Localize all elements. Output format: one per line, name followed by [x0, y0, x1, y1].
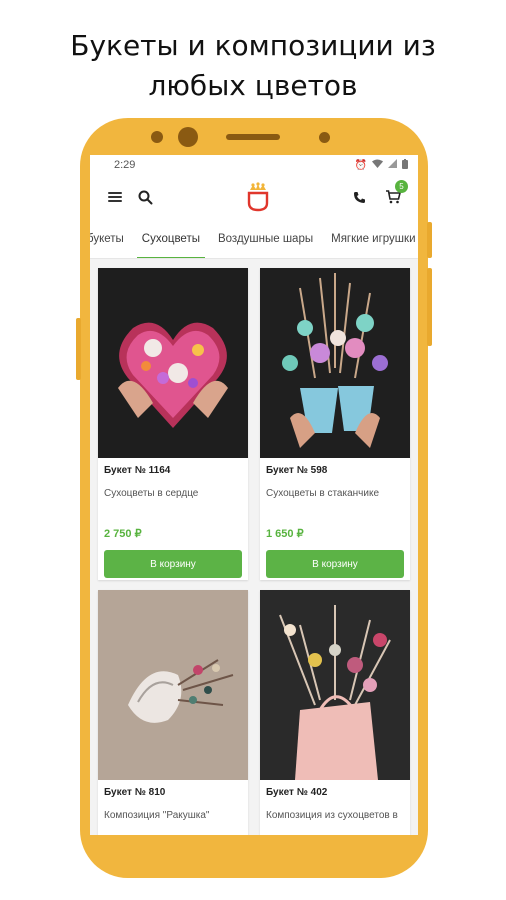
cart-button[interactable]: 5: [378, 180, 408, 212]
product-description: Композиция "Ракушка": [104, 810, 210, 821]
add-to-cart-button[interactable]: В корзину: [104, 550, 242, 578]
menu-button[interactable]: [100, 182, 130, 212]
wifi-icon: [372, 159, 383, 171]
product-title: Букет № 402: [266, 787, 328, 798]
app-screen: 2:29 ⏰ 5 букеты Сухоцветы Воздушные шары…: [90, 155, 418, 835]
status-icons: ⏰: [354, 158, 408, 172]
product-title: Букет № 810: [104, 787, 166, 798]
signal-icon: [388, 159, 397, 171]
app-bar: 5: [90, 175, 418, 219]
tab-balloons[interactable]: Воздушные шары: [209, 219, 322, 258]
phone-sensor: [319, 132, 330, 143]
tab-bouquets[interactable]: букеты: [90, 219, 133, 258]
product-card[interactable]: Букет № 402 Композиция из сухоцветов в: [260, 590, 410, 835]
add-to-cart-button[interactable]: В корзину: [266, 550, 404, 578]
product-description: Сухоцветы в сердце: [104, 488, 199, 499]
product-description: Сухоцветы в стаканчике: [266, 488, 380, 499]
cart-count-badge: 5: [395, 180, 408, 193]
promo-title-line-1: Букеты и композиции из: [70, 29, 436, 62]
product-photo-shell: [98, 590, 248, 780]
phone-side-button: [427, 268, 432, 346]
product-card[interactable]: Букет № 598 Сухоцветы в стаканчике 1 650…: [260, 268, 410, 580]
product-photo-pink-bag: [260, 590, 410, 780]
product-card[interactable]: Букет № 810 Композиция "Ракушка": [98, 590, 248, 835]
status-bar: 2:29 ⏰: [90, 155, 418, 175]
phone-side-button: [76, 318, 81, 380]
phone-sensor: [151, 131, 163, 143]
product-title: Букет № 1164: [104, 465, 171, 476]
promo-title-line-2: любых цветов: [148, 69, 358, 102]
product-card[interactable]: Букет № 1164 Сухоцветы в сердце 2 750 ₽ …: [98, 268, 248, 580]
product-title: Букет № 598: [266, 465, 328, 476]
hamburger-icon: [108, 192, 122, 202]
product-photo-cups: [260, 268, 410, 458]
search-icon: [138, 190, 152, 204]
phone-side-button: [427, 222, 432, 258]
product-price: 2 750 ₽: [104, 528, 142, 540]
tab-soft-toys[interactable]: Мягкие игрушки: [322, 219, 418, 258]
category-tabs: букеты Сухоцветы Воздушные шары Мягкие и…: [90, 219, 418, 259]
status-time: 2:29: [114, 159, 136, 171]
battery-icon: [402, 158, 408, 172]
phone-icon: [353, 191, 365, 203]
product-price: 1 650 ₽: [266, 528, 304, 540]
phone-camera: [178, 127, 198, 147]
promo-title: Букеты и композиции из любых цветов: [0, 26, 506, 106]
alarm-icon: ⏰: [354, 159, 367, 171]
brand-logo[interactable]: [244, 181, 272, 213]
product-grid: Букет № 1164 Сухоцветы в сердце 2 750 ₽ …: [90, 259, 418, 835]
call-button[interactable]: [344, 182, 374, 212]
tab-dried-flowers[interactable]: Сухоцветы: [133, 219, 209, 258]
product-description: Композиция из сухоцветов в: [266, 810, 398, 821]
phone-speaker: [226, 134, 280, 140]
product-photo-heart-box: [98, 268, 248, 458]
search-button[interactable]: [130, 182, 160, 212]
